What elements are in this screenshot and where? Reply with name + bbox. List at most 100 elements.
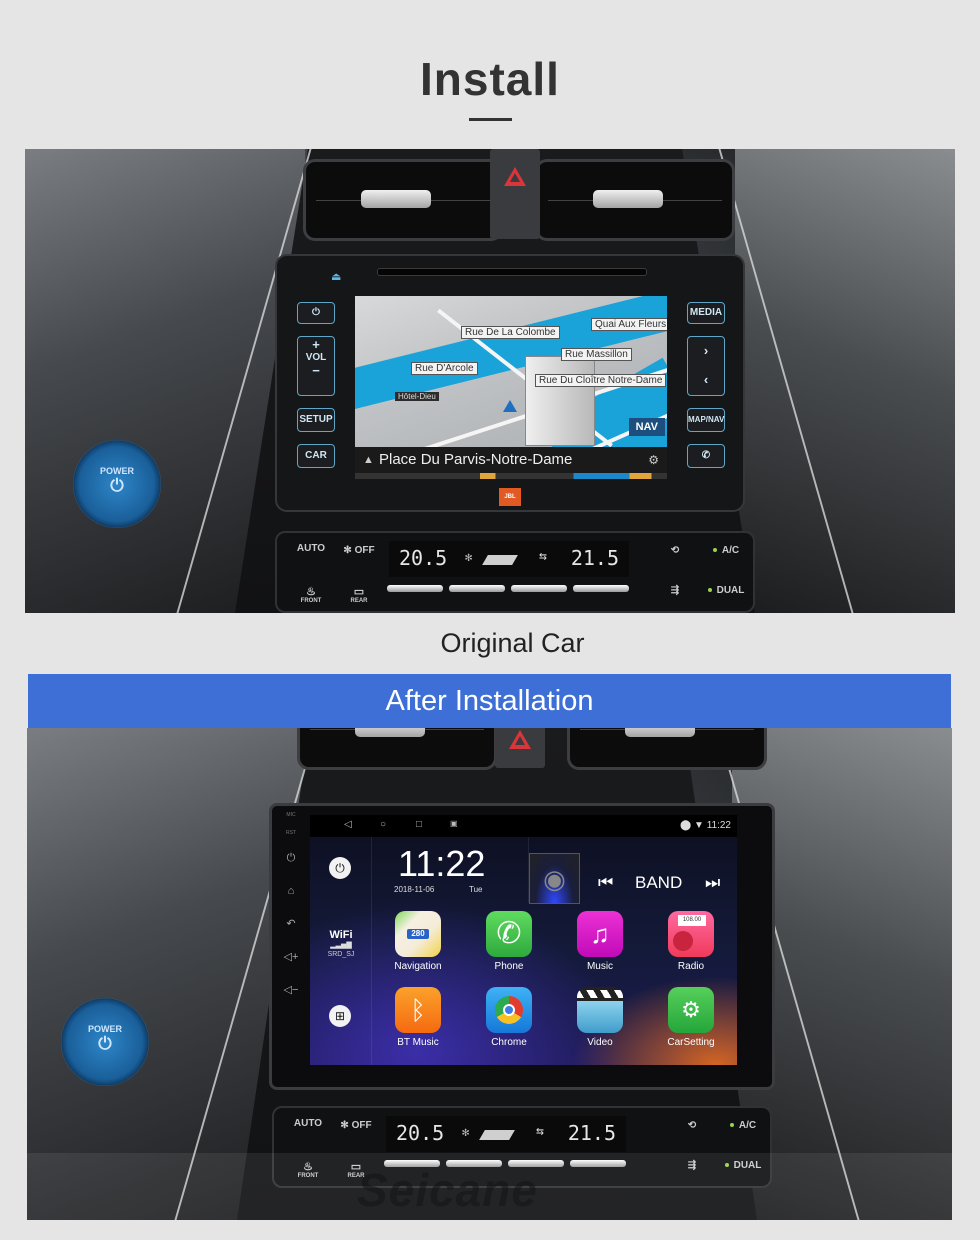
recents-nav-icon[interactable]: □ [416,819,422,830]
fan-speed-icon: ✻ [465,550,473,564]
indicator-led [712,548,717,553]
fan-off-button: ✻ OFF [340,1120,372,1131]
reset-label: RST [286,830,296,836]
temperature-right: 21.5 [567,1121,616,1145]
phone-icon: ✆ [701,450,711,461]
indicator-led [729,1123,734,1128]
android-head-unit: MIC RST ⏻ ⌂ ↶ ◁+ ◁− ◁ ○ □ ▣ ⬤ ▼ 11:22 ⏻ [269,803,775,1090]
app-phone[interactable]: ✆ Phone [473,911,545,972]
clock-day: Tue [469,885,483,894]
app-car-setting[interactable]: ⚙ CarSetting [655,987,727,1048]
current-position-arrow-icon [503,400,517,412]
climate-display: 20.5 ✻ ⇆ 21.5 [389,541,629,577]
app-video[interactable]: Video [564,987,636,1048]
power-icon: ⏻ [98,1034,112,1053]
phone-icon: ✆ [486,911,532,957]
current-street-name: Place Du Parvis-Notre-Dame [379,451,573,468]
app-drawer-button[interactable]: ⊞ [329,1005,351,1027]
notre-dame-3d-building [525,356,595,446]
dashboard-right-panel [735,149,955,613]
signal-bars-icon: ▂▃▅▇ [330,942,352,949]
hazard-triangle-icon [509,730,531,749]
temperature-left: 20.5 [399,546,448,570]
side-home-icon[interactable]: ⌂ [276,881,306,914]
front-defrost-button: ♨ FRONT [291,585,331,604]
power-icon: ⏻ [335,861,345,875]
recirculation-icon: ⟲ [670,545,680,556]
android-home-screen: ◁ ○ □ ▣ ⬤ ▼ 11:22 ⏻ WiFi ▂▃▅▇ SRD_SJ ⊞ 1… [310,815,737,1065]
app-chrome[interactable]: Chrome [473,987,545,1048]
band-button[interactable]: BAND [635,873,682,893]
fan-off-button: ✻ OFF [343,545,375,556]
power-icon: ⏻ [110,476,124,495]
climate-display: 20.5 ✻ ⇆ 21.5 [386,1116,626,1152]
side-volume-up-icon[interactable]: ◁+ [276,947,306,980]
rear-defrost-icon: ▭ [353,586,365,598]
clock-date: 2018-11-06 [394,885,435,894]
status-time: 11:22 [706,820,731,831]
app-radio[interactable]: 108.00 Radio [655,911,727,972]
side-volume-down-icon[interactable]: ◁− [276,980,306,1013]
air-vent-left [303,159,503,241]
chrome-icon [486,987,532,1033]
chevron-right-icon: › [703,343,709,358]
fan-level-bar [479,1130,515,1140]
eject-icon: ⏏ [331,271,342,283]
radio-icon: 108.00 [668,911,714,957]
dual-button: DUAL [701,585,751,596]
oem-phone-button: ✆ [687,444,725,468]
side-power-icon[interactable]: ⏻ [276,848,306,881]
map-street-label: Rue D'Arcole [411,362,478,375]
fan-icon: ✻ [343,545,352,556]
wifi-ssid: SRD_SJ [327,951,355,958]
location-icon: ⬤ [680,820,692,831]
cd-slot [377,268,647,276]
indicator-led [707,588,712,593]
jbl-badge: JBL [499,488,521,506]
map-street-label: Rue De La Colombe [461,326,560,339]
temperature-right: 21.5 [570,546,619,570]
home-nav-icon[interactable]: ○ [380,819,386,830]
climate-slider [573,585,629,592]
recirculation-button: ⟲ [672,1120,712,1131]
temperature-left: 20.5 [396,1121,445,1145]
fan-icon: ✻ [340,1120,349,1131]
clapperboard-icon [577,987,623,1033]
clock-time: 11:22 [398,843,486,884]
settings-gear-icon: ⚙ [648,453,659,467]
radio-album-art[interactable]: ◉ [529,853,580,904]
maps-icon: 280 [395,911,441,957]
map-street-label: Rue Du Cloître Notre-Dame [535,374,667,387]
oem-power-button: ⏻ [297,302,335,324]
broadcast-icon: ◉ [543,864,566,894]
ac-button: A/C [718,1120,768,1131]
oem-volume-control: + VOL − [297,336,335,396]
screenshot-icon[interactable]: ▣ [450,819,458,828]
app-grid-icon: ⊞ [334,1009,346,1023]
mic-label: MIC [286,812,296,818]
oem-setup-button: SETUP [297,408,335,432]
oem-media-button: MEDIA [687,302,725,324]
rear-defrost-button: ▭ REAR [339,585,379,604]
auto-button: AUTO [296,543,326,554]
back-nav-icon[interactable]: ◁ [344,819,352,830]
air-vent-left [297,728,497,770]
previous-track-icon[interactable]: ⏮ [598,873,613,893]
power-button: POWER ⏻ [73,440,161,528]
app-navigation[interactable]: 280 Navigation [382,911,454,972]
chevron-left-icon: ‹ [703,372,709,387]
next-track-icon[interactable]: ⏭ [705,873,720,893]
oem-car-button: CAR [297,444,335,468]
side-back-icon[interactable]: ↶ [276,914,306,947]
auto-button: AUTO [293,1118,323,1129]
after-installation-photo: POWER ⏻ MIC RST ⏻ ⌂ ↶ ◁+ ◁− ◁ ○ □ ▣ ⬤ ▼ … [27,728,952,1220]
status-bar: ◁ ○ □ ▣ ⬤ ▼ 11:22 [310,815,737,837]
wifi-widget[interactable]: WiFi ▂▃▅▇ SRD_SJ [310,929,372,958]
nav-button: NAV [628,418,665,436]
screen-off-button[interactable]: ⏻ [329,857,351,879]
app-bt-music[interactable]: ᛒ BT Music [382,987,454,1048]
defrost-icon: ♨ [306,586,316,598]
app-music[interactable]: ♫ Music [564,911,636,972]
original-car-photo: POWER ⏻ ⏏ ⏻ + VOL − SETUP CAR MEDIA › ‹ … [25,149,955,613]
recirculation-button: ⟲ [655,545,695,556]
